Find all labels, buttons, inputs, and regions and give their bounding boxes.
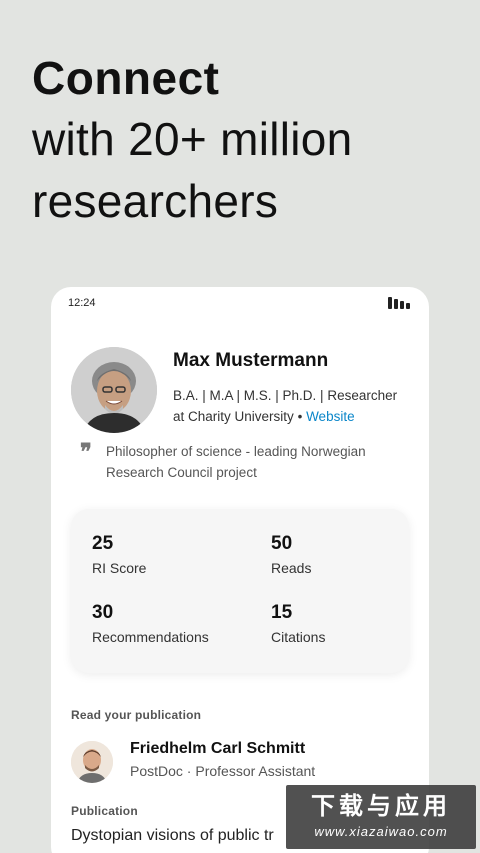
profile-degrees: B.A. | M.A | M.S. | Ph.D. | Researcher a… bbox=[173, 385, 418, 427]
website-link[interactable]: Website bbox=[306, 409, 355, 424]
headline: Connect with 20+ million researchers bbox=[32, 48, 462, 232]
quote-line-2: Research Council project bbox=[106, 465, 257, 480]
stats-panel: 25 RI Score 50 Reads 30 Recommendations … bbox=[71, 509, 409, 673]
signal-icon bbox=[388, 297, 412, 309]
separator-dot: • bbox=[297, 409, 303, 424]
stat-value: 15 bbox=[271, 602, 293, 623]
profile-name: Max Mustermann bbox=[173, 350, 329, 371]
author-name[interactable]: Friedhelm Carl Schmitt bbox=[130, 740, 305, 758]
watermark-line-2: www.xiazaiwao.com bbox=[314, 824, 448, 839]
headline-line-2: with 20+ million bbox=[32, 113, 353, 165]
publication-section-title: Publication bbox=[71, 804, 138, 818]
watermark-logo: 下载与应用 www.xiazaiwao.com bbox=[286, 785, 476, 849]
profile-avatar[interactable] bbox=[71, 347, 157, 433]
affiliation-text: at Charity University bbox=[173, 409, 294, 424]
stat-citations[interactable]: 15 Citations bbox=[271, 601, 325, 645]
stat-label: Reads bbox=[271, 560, 312, 576]
stat-label: Recommendations bbox=[92, 629, 209, 645]
quote-line-1: Philosopher of science - leading Norwegi… bbox=[106, 444, 366, 459]
quote-icon: ❞ bbox=[80, 439, 92, 465]
stat-label: RI Score bbox=[92, 560, 147, 576]
phone-screen: 12:24 Max Mustermann B.A. | M.A | M.S. |… bbox=[51, 287, 429, 853]
stat-label: Citations bbox=[271, 629, 326, 645]
stat-value: 25 bbox=[92, 533, 114, 554]
degrees-text: B.A. | M.A | M.S. | Ph.D. | Researcher bbox=[173, 388, 398, 403]
stat-value: 50 bbox=[271, 533, 293, 554]
headline-line-1: Connect bbox=[32, 52, 220, 104]
status-time: 12:24 bbox=[68, 297, 96, 309]
headline-line-3: researchers bbox=[32, 175, 279, 227]
stat-value: 30 bbox=[92, 602, 114, 623]
stat-recommendations[interactable]: 30 Recommendations bbox=[92, 601, 209, 645]
author-avatar[interactable] bbox=[71, 741, 113, 783]
watermark-line-1: 下载与应用 bbox=[311, 792, 451, 820]
profile-quote: Philosopher of science - leading Norwegi… bbox=[106, 441, 406, 483]
stat-reads[interactable]: 50 Reads bbox=[271, 532, 311, 576]
read-section-title: Read your publication bbox=[71, 708, 202, 722]
publication-title[interactable]: Dystopian visions of public tr bbox=[71, 827, 274, 845]
author-role: PostDoc · Professor Assistant bbox=[130, 763, 316, 779]
stat-ri-score[interactable]: 25 RI Score bbox=[92, 532, 146, 576]
